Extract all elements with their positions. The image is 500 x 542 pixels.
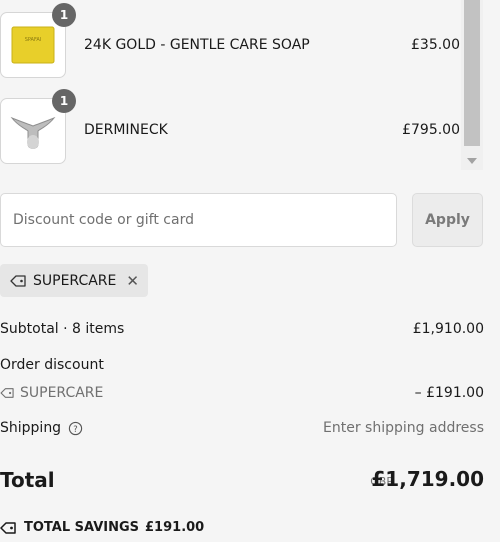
close-icon[interactable]: ✕ [126,272,139,290]
subtotal-value: £1,910.00 [412,321,484,337]
total-savings-label: TOTAL SAVINGS [24,520,140,535]
tag-icon [10,274,26,287]
product-thumbnail[interactable]: SPAFAI 1 [0,3,76,78]
product-name: DERMINECK [84,122,168,138]
discount-code-input[interactable] [0,193,397,247]
shipping-row: Shipping ? [0,420,83,436]
tag-icon [0,388,14,398]
scrollbar-thumb[interactable] [464,0,480,146]
soap-image: SPAFAI [11,26,55,64]
total-value: £1,719.00 [371,467,484,491]
discount-code-label: SUPERCARE [33,272,117,289]
tag-icon [0,521,16,534]
product-price: £795.00 [402,122,460,138]
discount-code-text: SUPERCARE [20,385,104,401]
order-discount-label: Order discount [0,357,104,373]
applied-discount-chip: SUPERCARE ✕ [0,264,148,297]
total-label: Total [0,468,55,492]
shipping-value: Enter shipping address [323,420,484,436]
scrollbar[interactable] [461,0,483,170]
subtotal-label: Subtotal · 8 items [0,321,125,337]
discount-value: – £191.00 [414,385,484,401]
svg-text:?: ? [73,423,77,433]
scroll-down-arrow-icon[interactable] [467,158,477,164]
total-savings-value: £191.00 [145,520,205,535]
product-name: 24K GOLD - GENTLE CARE SOAP [84,37,310,53]
quantity-badge: 1 [52,89,76,113]
quantity-badge: 1 [52,3,76,27]
dermineck-image [10,116,56,149]
apply-button[interactable]: Apply [412,193,483,247]
svg-text:SPAFAI: SPAFAI [25,37,42,43]
total-savings: TOTAL SAVINGS £191.00 [0,520,204,535]
question-circle-icon[interactable]: ? [68,421,83,436]
discount-code-row: SUPERCARE [0,385,103,401]
shipping-label: Shipping [0,420,62,436]
product-price: £35.00 [411,37,460,53]
product-thumbnail[interactable]: 1 [0,89,76,164]
